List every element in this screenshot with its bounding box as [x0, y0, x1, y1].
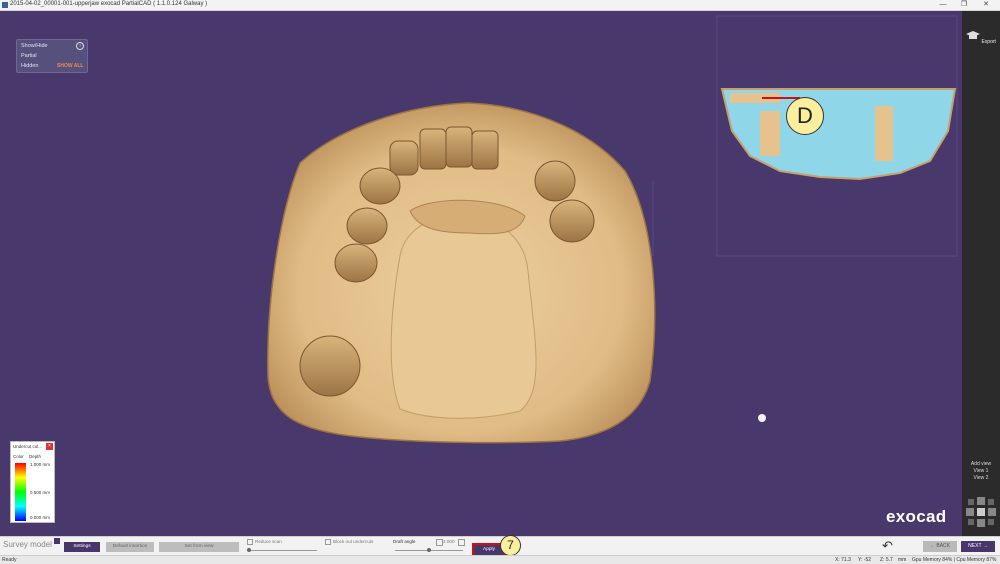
view-cube-icon[interactable] — [964, 495, 998, 529]
title-bar: 2015-04-02_00001-001-upperjaw exocad Par… — [0, 0, 1000, 11]
slider-knob[interactable] — [247, 548, 251, 552]
help-icon[interactable]: ? — [76, 42, 84, 50]
legend-top-value: 1.000 — [30, 462, 42, 467]
tooth — [299, 335, 361, 397]
slider-knob[interactable] — [427, 548, 431, 552]
legend-title: Undercut col... — [13, 444, 43, 449]
legend-depth-header: Depth — [29, 454, 42, 459]
show-all-button[interactable]: SHOW ALL — [57, 63, 83, 69]
palate — [390, 214, 537, 419]
3d-viewport[interactable]: D Show/Hide ? Partial Hidden SHOW ALL Un… — [0, 11, 962, 536]
tooth — [549, 199, 595, 243]
step-title: Survey model — [3, 540, 52, 549]
tooth — [359, 167, 401, 205]
export-label: Export — [981, 39, 996, 45]
tooth — [534, 160, 576, 202]
close-window-button[interactable]: ✕ — [978, 0, 994, 10]
legend-mid: 0.500 mm — [30, 490, 50, 495]
view-1-link[interactable]: View 1 — [962, 468, 1000, 475]
view-list: Add view View 1 View 2 — [962, 461, 1000, 482]
draft-angle-value[interactable]: 2.000 — [443, 539, 455, 544]
set-from-view-button[interactable]: Set from view — [159, 542, 239, 552]
light-sphere — [758, 414, 766, 422]
right-sidebar: Export Add view View 1 View 2 — [962, 11, 1000, 536]
legend-color-header: Color — [13, 454, 24, 459]
tooth — [445, 126, 473, 168]
add-view-link[interactable]: Add view — [962, 461, 1000, 468]
coord-unit: mm — [898, 557, 907, 563]
wizard-toolbar: Survey model Settings Default insertion … — [0, 535, 1000, 557]
legend-gradient — [15, 463, 26, 521]
window-title: 2015-04-02_00001-001-upperjaw exocad Par… — [10, 1, 208, 7]
minimize-button[interactable]: — — [935, 0, 951, 10]
legend-unit: mm — [42, 462, 51, 467]
export-button[interactable]: Export — [962, 31, 1000, 45]
checkbox-box[interactable] — [247, 539, 253, 545]
close-icon[interactable]: × — [46, 443, 53, 450]
callout-badge-d: D — [786, 97, 824, 135]
coord-y: Y: -52 — [858, 557, 872, 563]
legend-bottom-value: 0.000 — [30, 515, 42, 520]
partial-layer[interactable]: Partial — [21, 53, 37, 59]
app-icon — [2, 2, 8, 8]
undercut-legend: Undercut col... × Color Depth 1.000 mm 0… — [10, 441, 55, 523]
legend-unit: mm — [42, 515, 51, 520]
checkbox-box[interactable] — [325, 539, 331, 545]
coord-x: X: 71.3 — [835, 557, 851, 563]
tooth — [389, 140, 419, 176]
show-hide-panel: Show/Hide ? Partial Hidden SHOW ALL — [16, 39, 88, 73]
draft-angle-increment[interactable] — [458, 539, 465, 546]
jaw-scene — [267, 15, 958, 444]
exocad-logo: exocad — [886, 507, 947, 526]
view-2-link[interactable]: View 2 — [962, 475, 1000, 482]
reduce-scan-slider[interactable] — [247, 550, 317, 551]
tooth — [334, 243, 378, 283]
draft-angle-label: Draft angle — [393, 539, 416, 544]
next-label: NEXT — [968, 543, 982, 549]
step-info-icon[interactable] — [54, 538, 60, 544]
memory-status: Gpu Memory 84% | Cpu Memory 87% — [912, 557, 997, 563]
reduce-scan-checkbox[interactable]: Reduce scan — [247, 539, 282, 545]
legend-mid-value: 0.500 — [30, 490, 42, 495]
back-button[interactable]: ← BACK — [923, 541, 957, 552]
legend-top: 1.000 mm — [30, 462, 50, 467]
tooth — [346, 207, 388, 245]
tooth — [419, 128, 447, 170]
default-insertion-button[interactable]: Default insertion — [106, 542, 154, 552]
maximize-button[interactable]: ❐ — [956, 0, 972, 10]
showhide-label[interactable]: Show/Hide — [21, 43, 48, 49]
callout-badge-7: 7 — [500, 535, 521, 556]
block-out-checkbox[interactable]: Block out undercuts — [325, 539, 373, 545]
back-label: BACK — [936, 543, 950, 549]
legend-bottom: 0.000 mm — [30, 515, 50, 520]
settings-button[interactable]: Settings — [64, 542, 100, 552]
coord-z: Z: 5.7 — [880, 557, 893, 563]
block-out-label: Block out undercuts — [333, 539, 374, 545]
legend-unit: mm — [42, 490, 51, 495]
hidden-layer[interactable]: Hidden — [21, 63, 38, 69]
draft-angle-decrement[interactable] — [436, 539, 443, 546]
tooth — [471, 130, 499, 170]
next-button[interactable]: NEXT → — [961, 541, 995, 552]
reduce-scan-label: Reduce scan — [255, 539, 282, 545]
undo-icon[interactable]: ↶ — [882, 538, 893, 554]
status-text: Ready — [2, 557, 17, 563]
graduation-cap-icon — [966, 31, 981, 39]
